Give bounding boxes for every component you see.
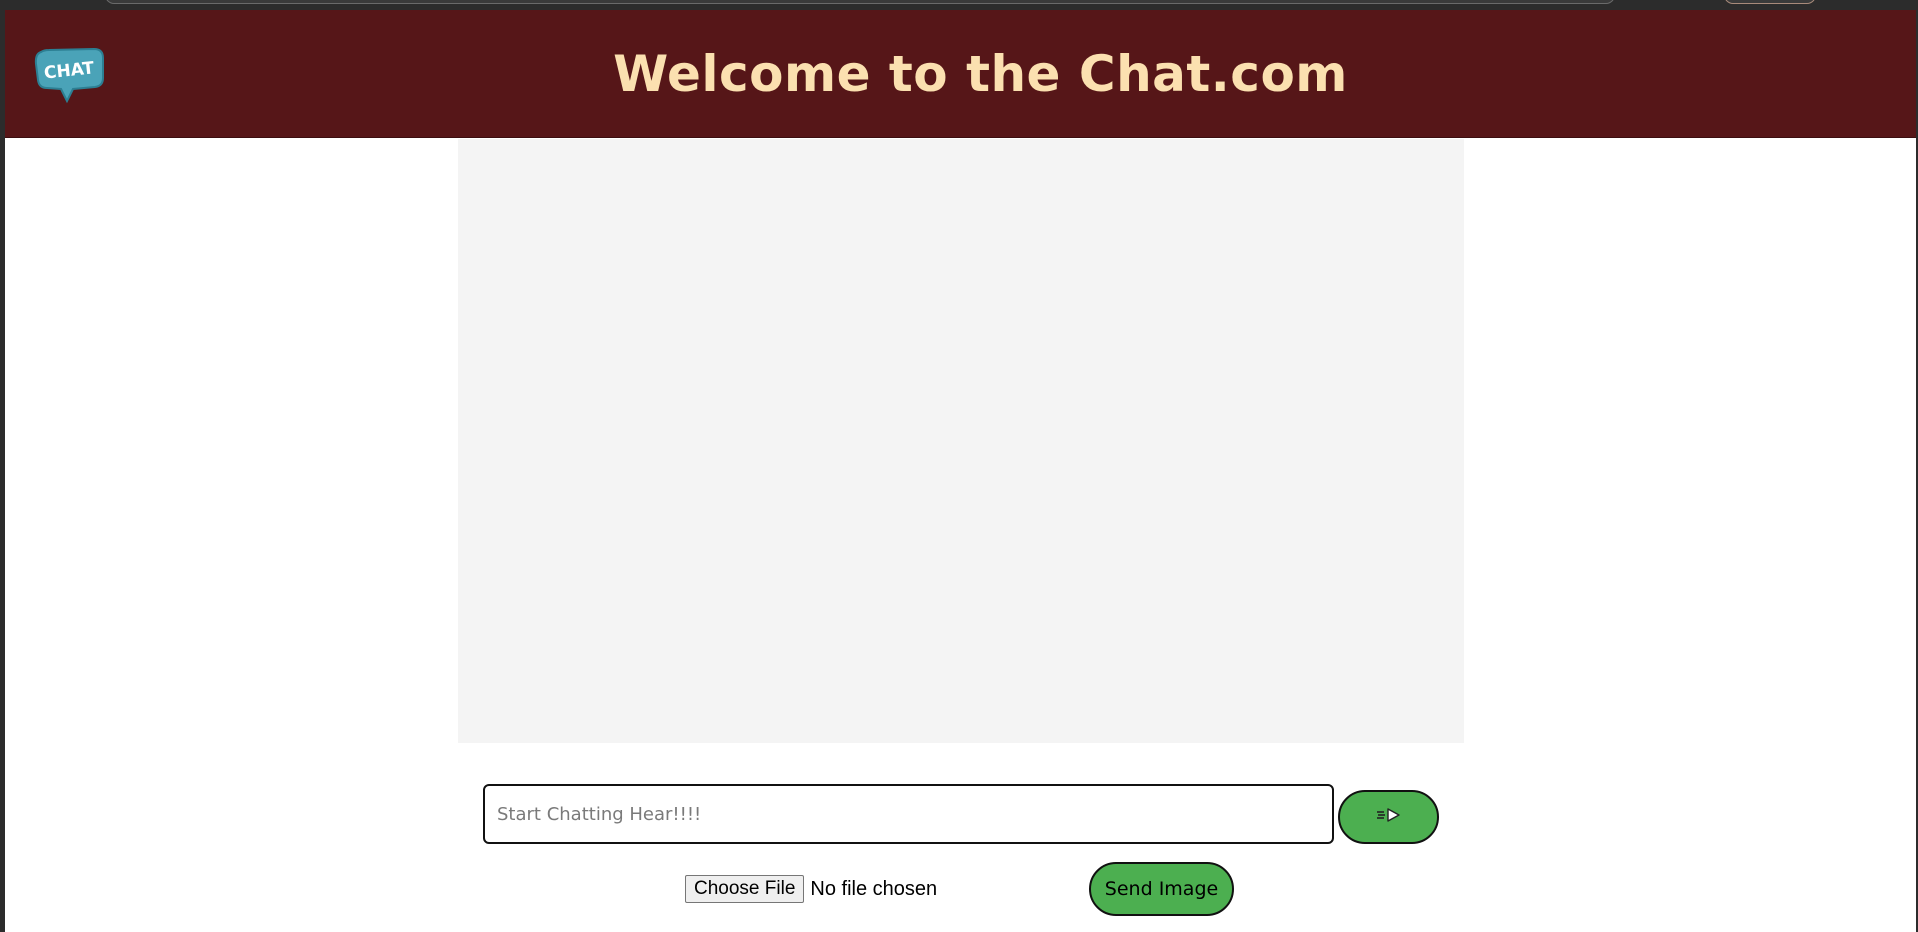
send-image-button[interactable]: Send Image	[1089, 862, 1234, 916]
chat-messages-area[interactable]	[458, 139, 1464, 743]
browser-address-bar[interactable]	[105, 0, 1615, 4]
choose-file-button[interactable]: Choose File	[685, 875, 805, 903]
file-upload-row: Choose File No file chosen	[685, 874, 937, 904]
message-input[interactable]	[483, 784, 1334, 844]
send-arrow-icon	[1375, 806, 1403, 829]
file-status-text: No file chosen	[810, 877, 938, 900]
browser-chrome	[0, 0, 1918, 10]
page: CHAT Welcome to the Chat.com Choose File…	[5, 10, 1916, 932]
site-header: CHAT Welcome to the Chat.com	[5, 10, 1916, 138]
page-title: Welcome to the Chat.com	[613, 45, 1348, 103]
send-button[interactable]	[1338, 790, 1439, 844]
browser-toolbar-button[interactable]	[1724, 0, 1816, 4]
